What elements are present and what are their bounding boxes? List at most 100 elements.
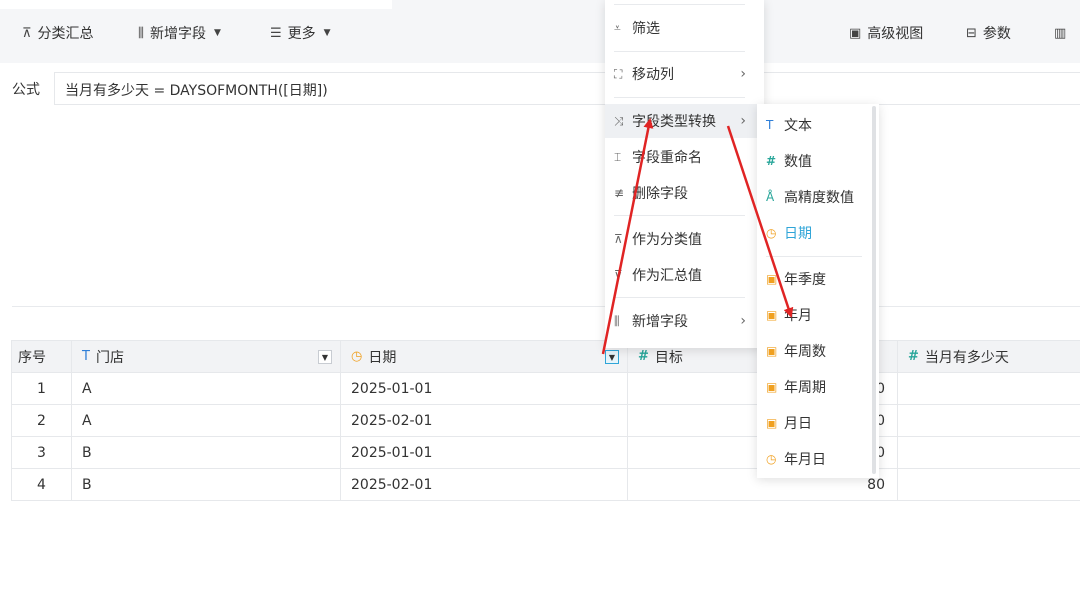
menu-item-as-summary[interactable]: ⊽ 作为汇总值	[605, 258, 764, 292]
formula-input[interactable]: 当月有多少天 = DAYSOFMONTH([日期])	[54, 72, 1080, 105]
table-row[interactable]: 4 B 2025-02-01 80	[11, 469, 1080, 501]
clock-icon: ◷	[766, 226, 777, 240]
calendar-icon: ▣	[766, 308, 778, 322]
caret-down-icon: ▼	[323, 28, 331, 38]
menu-item-filter[interactable]: ⩡ 筛选	[605, 11, 764, 45]
cell-index: 4	[11, 469, 72, 500]
type-option-high-precision[interactable]: Å 高精度数值	[757, 180, 879, 214]
cell-store: B	[72, 437, 341, 468]
table-row[interactable]: 3 B 2025-01-01 0	[11, 437, 1080, 469]
cell-store: B	[72, 469, 341, 500]
toolbar-top-strip	[0, 0, 392, 9]
cell-store: A	[72, 405, 341, 436]
number-type-icon: #	[638, 349, 649, 364]
add-column-icon: ⫼	[614, 313, 620, 328]
category-icon: ⊼	[614, 232, 623, 246]
chart-button[interactable]: ▥	[1054, 22, 1072, 44]
cell-date: 2025-02-01	[341, 405, 628, 436]
menu-item-delete-field[interactable]: ≢ 删除字段	[605, 176, 764, 210]
hierarchy-icon: ⊼	[22, 25, 32, 41]
column-context-menu: ⩡ 筛选 ⛶ 移动列 › ⤨ 字段类型转换 › ⌶ 字段重命名 ≢ 删除字段 ⊼…	[605, 0, 764, 348]
move-icon: ⛶	[614, 66, 623, 81]
view-icon: ▣	[849, 25, 862, 41]
params-icon: ⊟	[966, 25, 977, 41]
number-type-icon: #	[908, 349, 919, 364]
menu-item-move-column[interactable]: ⛶ 移动列 ›	[605, 57, 764, 91]
more-button[interactable]: ☰ 更多 ▼	[270, 22, 331, 44]
menu-separator	[614, 4, 745, 5]
column-header-index[interactable]: 序号	[11, 341, 72, 372]
column-header-store[interactable]: T 门店 ▼	[72, 341, 341, 372]
menu-separator	[614, 297, 745, 298]
table-row[interactable]: 1 A 2025-01-01 0	[11, 373, 1080, 405]
params-button[interactable]: ⊟ 参数	[966, 22, 1011, 44]
summary-icon: ⊽	[614, 268, 623, 282]
number-type-icon: #	[766, 154, 777, 168]
table-header-row: 序号 T 门店 ▼ ◷ 日期 ▼ # 目标 # 当月有多少天	[11, 340, 1080, 373]
cell-days-in-month	[898, 437, 1080, 468]
clock-icon: ◷	[766, 452, 777, 466]
add-field-label: 新增字段	[149, 26, 206, 42]
cell-index: 1	[11, 373, 72, 404]
type-option-number[interactable]: # 数值	[757, 144, 879, 178]
column-dropdown-button[interactable]: ▼	[318, 350, 332, 364]
field-type-submenu: T 文本 # 数值 Å 高精度数值 ◷ 日期 ▣ 年季度 ▣ 年月 ▣ 年周数 …	[757, 104, 879, 478]
column-header-days-in-month[interactable]: # 当月有多少天	[898, 341, 1080, 372]
text-type-icon: T	[82, 349, 90, 364]
chevron-right-icon: ›	[740, 313, 746, 329]
menu-separator	[614, 215, 745, 216]
cell-index: 2	[11, 405, 72, 436]
section-divider	[12, 306, 1080, 307]
params-label: 参数	[982, 26, 1011, 42]
calendar-icon: ▣	[766, 416, 778, 430]
cell-index: 3	[11, 437, 72, 468]
column-header-date[interactable]: ◷ 日期 ▼	[341, 341, 628, 372]
menu-separator	[614, 51, 745, 52]
type-option-month-day[interactable]: ▣ 月日	[757, 406, 879, 440]
column-dropdown-button-active[interactable]: ▼	[605, 350, 619, 364]
type-option-date[interactable]: ◷ 日期	[757, 216, 879, 250]
type-option-year-month[interactable]: ▣ 年月	[757, 298, 879, 332]
chart-icon: ▥	[1054, 25, 1067, 41]
chevron-right-icon: ›	[740, 66, 746, 82]
cell-store: A	[72, 373, 341, 404]
chevron-right-icon: ›	[740, 113, 746, 129]
add-field-button[interactable]: ⫼ 新增字段 ▼	[138, 22, 221, 44]
calendar-icon: ▣	[766, 380, 778, 394]
text-type-icon: T	[766, 118, 774, 132]
type-option-year-quarter[interactable]: ▣ 年季度	[757, 262, 879, 296]
type-option-year-month-day[interactable]: ◷ 年月日	[757, 442, 879, 476]
more-label: 更多	[287, 26, 316, 42]
formula-label: 公式	[12, 82, 40, 98]
group-summary-button[interactable]: ⊼ 分类汇总	[22, 22, 94, 44]
delete-field-icon: ≢	[614, 186, 625, 200]
cell-days-in-month	[898, 405, 1080, 436]
calendar-icon: ▣	[766, 272, 778, 286]
shuffle-icon: ⤨	[614, 113, 624, 128]
toolbar: ⊼ 分类汇总 ⫼ 新增字段 ▼ ☰ 更多 ▼ ▣ 高级视图 ⊟ 参数 ▥	[0, 0, 1080, 63]
menu-item-as-category[interactable]: ⊼ 作为分类值	[605, 222, 764, 256]
menu-item-convert-type[interactable]: ⤨ 字段类型转换 ›	[605, 104, 764, 138]
menu-item-add-field[interactable]: ⫼ 新增字段 ›	[605, 304, 764, 338]
list-icon: ☰	[270, 25, 282, 41]
menu-item-rename-field[interactable]: ⌶ 字段重命名	[605, 140, 764, 174]
menu-separator	[614, 97, 745, 98]
table-row[interactable]: 2 A 2025-02-01 0	[11, 405, 1080, 437]
cell-date: 2025-01-01	[341, 437, 628, 468]
filter-icon: ⩡	[614, 20, 621, 35]
calendar-icon: ▣	[766, 344, 778, 358]
type-option-year-week-period[interactable]: ▣ 年周期	[757, 370, 879, 404]
caret-down-icon: ▼	[213, 28, 221, 38]
group-summary-label: 分类汇总	[37, 26, 94, 42]
type-option-text[interactable]: T 文本	[757, 108, 879, 142]
advanced-view-button[interactable]: ▣ 高级视图	[849, 22, 923, 44]
clock-icon: ◷	[351, 349, 363, 364]
rename-icon: ⌶	[614, 149, 622, 164]
cell-date: 2025-01-01	[341, 373, 628, 404]
advanced-view-label: 高级视图	[867, 26, 924, 42]
cell-days-in-month	[898, 469, 1080, 500]
type-option-year-week[interactable]: ▣ 年周数	[757, 334, 879, 368]
cell-date: 2025-02-01	[341, 469, 628, 500]
precision-icon: Å	[766, 190, 775, 204]
add-column-icon: ⫼	[138, 25, 144, 41]
